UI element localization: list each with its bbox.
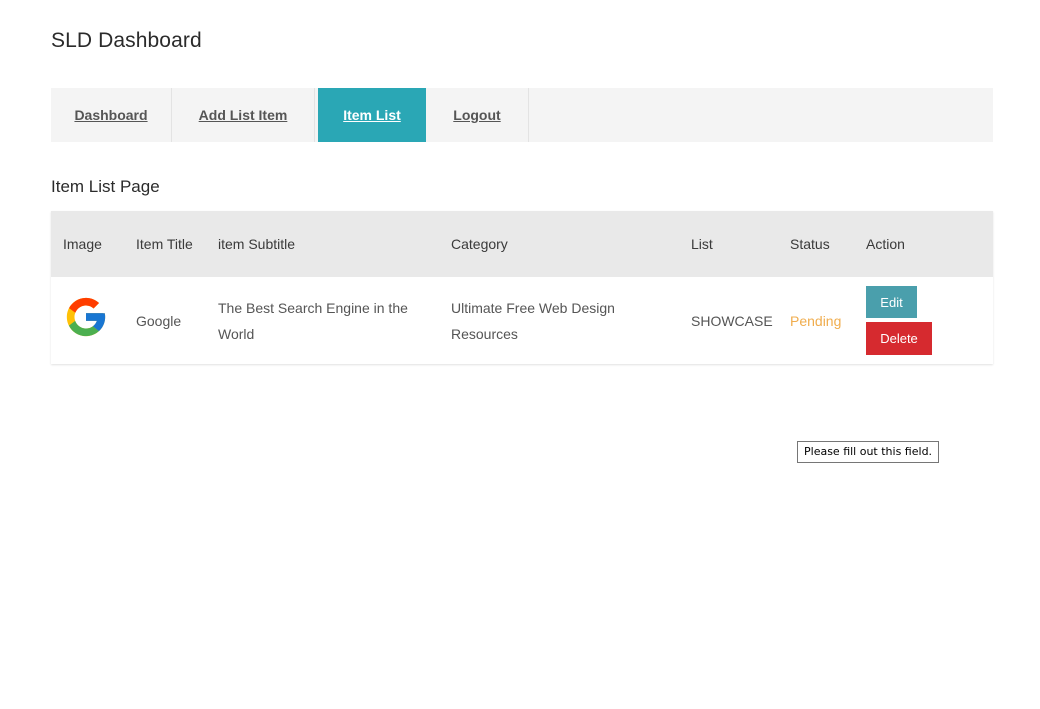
top-nav: Dashboard Add List Item Item List Logout bbox=[51, 88, 993, 142]
item-actions: Edit Delete bbox=[854, 277, 993, 364]
page-heading: Item List Page bbox=[51, 177, 160, 196]
column-header-list: List bbox=[691, 235, 713, 252]
column-header-item-subtitle: item Subtitle bbox=[218, 235, 296, 252]
column-header-item-title: Item Title bbox=[136, 235, 193, 252]
edit-button[interactable]: Edit bbox=[866, 286, 917, 318]
column-header-action: Action bbox=[866, 235, 905, 252]
google-logo-icon bbox=[66, 297, 106, 336]
table-header-row: Image Item Title item Subtitle Category … bbox=[51, 211, 993, 277]
nav-item-item-list[interactable]: Item List bbox=[318, 88, 426, 142]
column-header-status: Status bbox=[790, 235, 830, 252]
table-row: Google The Best Search Engine in the Wor… bbox=[51, 277, 993, 364]
item-image-cell bbox=[51, 277, 124, 364]
item-list: SHOWCASE bbox=[691, 312, 773, 329]
page: SLD Dashboard Dashboard Add List Item It… bbox=[0, 0, 1040, 709]
item-title: Google bbox=[136, 312, 182, 329]
item-list-table: Image Item Title item Subtitle Category … bbox=[51, 211, 993, 364]
item-subtitle: The Best Search Engine in the World bbox=[218, 299, 408, 342]
validation-tooltip: Please fill out this field. bbox=[797, 441, 940, 463]
nav-item-logout[interactable]: Logout bbox=[426, 88, 529, 142]
status-badge: Pending bbox=[790, 312, 842, 329]
delete-button[interactable]: Delete bbox=[866, 322, 932, 355]
column-header-category: Category bbox=[451, 235, 508, 252]
item-category: Ultimate Free Web Design Resources bbox=[451, 299, 615, 342]
nav-item-add-list-item[interactable]: Add List Item bbox=[172, 88, 315, 142]
app-title: SLD Dashboard bbox=[51, 29, 202, 52]
nav-item-dashboard[interactable]: Dashboard bbox=[51, 88, 172, 142]
column-header-image: Image bbox=[63, 235, 102, 252]
